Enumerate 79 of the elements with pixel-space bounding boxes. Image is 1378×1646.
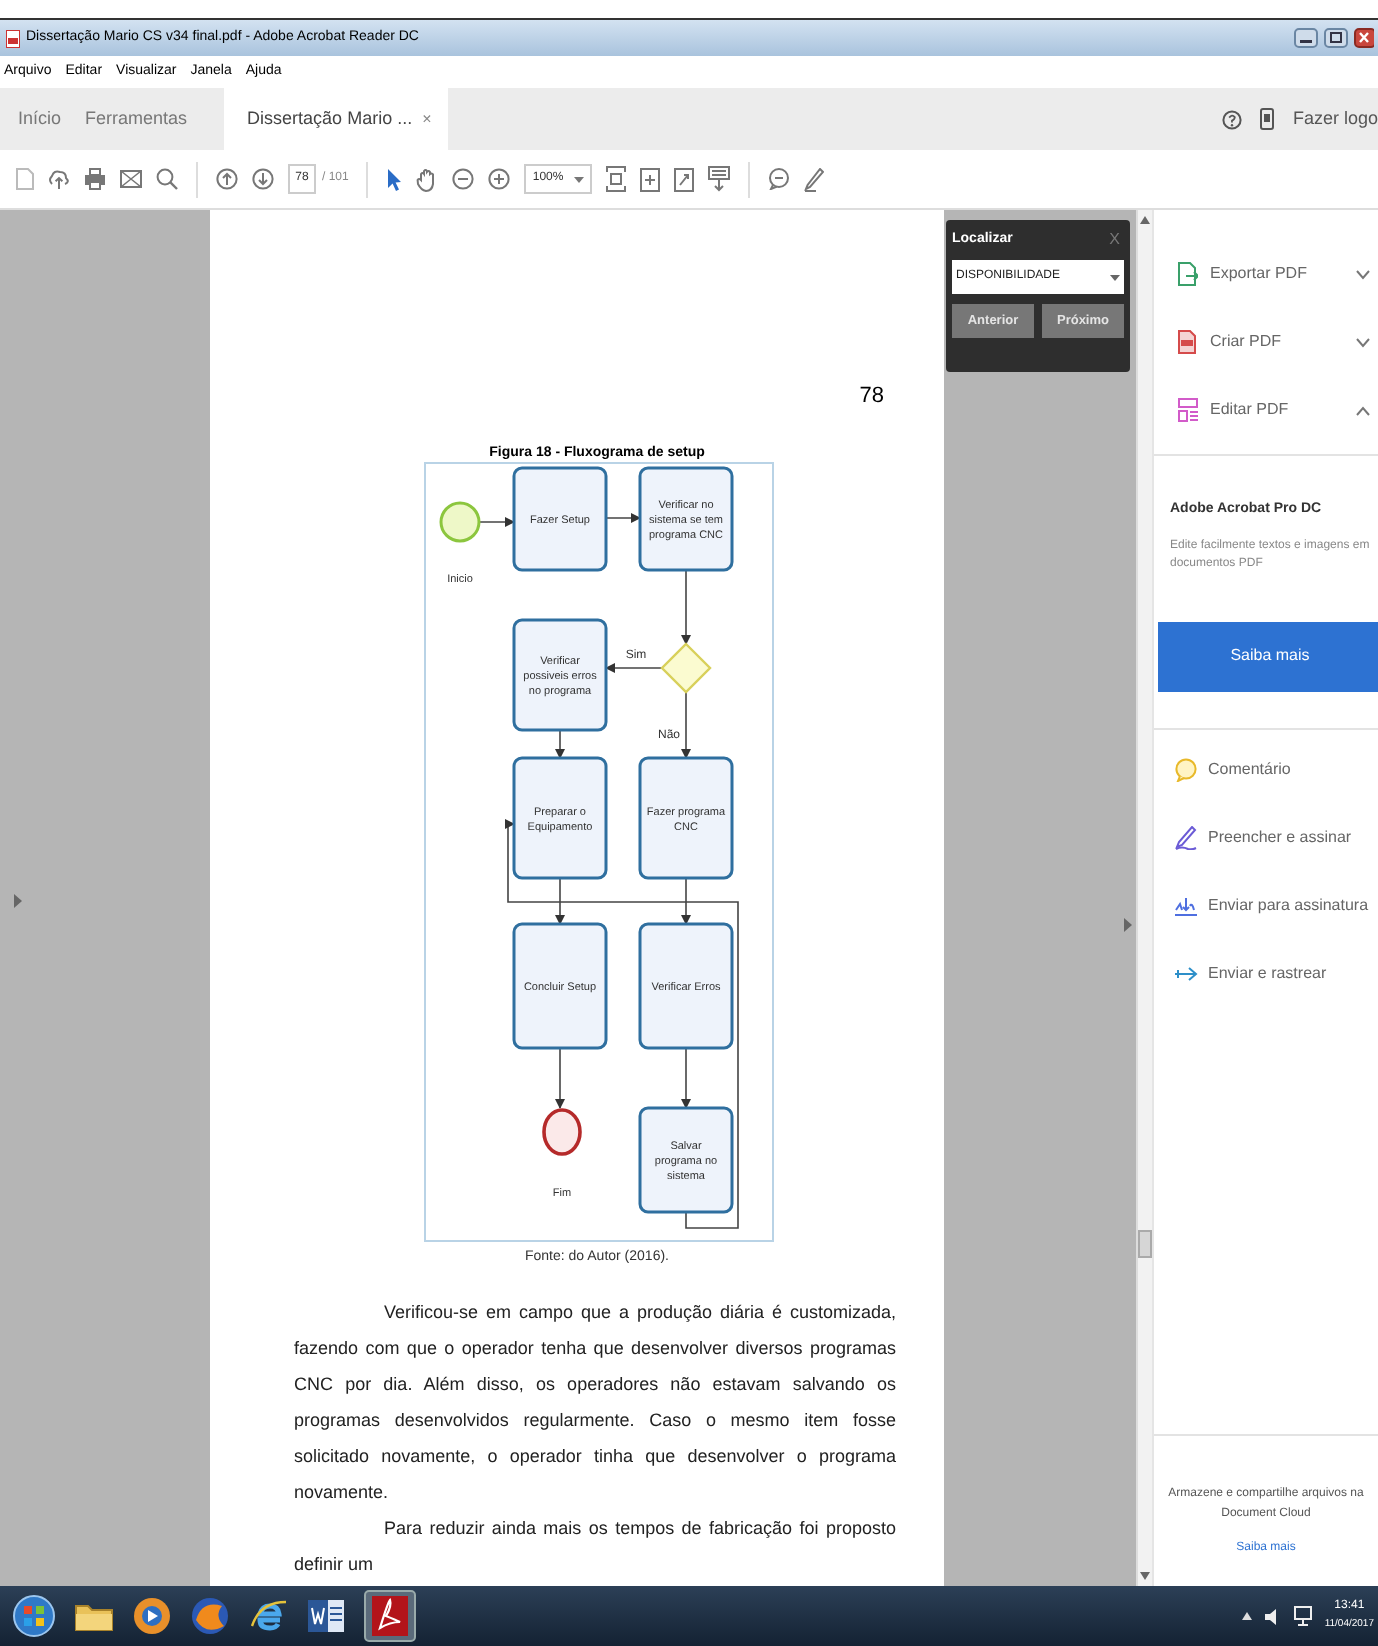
process-box: [638, 466, 734, 572]
connector-arrow: [605, 513, 641, 523]
tray-arrow-icon[interactable]: [1242, 1612, 1253, 1620]
word-icon[interactable]: [306, 1596, 346, 1636]
pdf-icon: [6, 29, 20, 47]
page-number: 78: [859, 382, 884, 410]
tab[interactable]: Ferramentas: [73, 88, 200, 150]
process-box: [638, 922, 734, 1050]
arrow-icon: [1174, 961, 1198, 985]
scroll-thumb[interactable]: [1138, 1230, 1152, 1258]
tab[interactable]: Dissertação Mario ... ×: [223, 88, 448, 150]
tool-item[interactable]: Preencher e assinar: [1154, 821, 1378, 853]
start-icon[interactable]: [12, 1594, 56, 1638]
fullscreen-icon[interactable]: [673, 167, 694, 191]
close-icon[interactable]: X: [1109, 228, 1124, 252]
connector-arrow: [479, 517, 515, 527]
body-paragraph: Verificou-se em campo que a produção diária é customizada, fazendo com que o operador tenha que desenvolver diversos programas CNC por dia. Além disso, os operadores não estavam salvando os programas desenvolvidos regularmente. Caso o mesmo item fosse solicitado novamente, o operador tinha que desenvolver o programa novamente.: [294, 1300, 896, 1506]
network-icon[interactable]: [1294, 1606, 1313, 1626]
edit-layout-icon: [1178, 398, 1198, 422]
process-box: [512, 756, 608, 880]
process-box: [512, 618, 608, 732]
caret-icon: [573, 175, 584, 183]
print-icon[interactable]: [84, 168, 106, 190]
help-icon[interactable]: [1222, 109, 1243, 129]
pointer-icon[interactable]: [386, 167, 403, 191]
internet-icon[interactable]: [248, 1596, 288, 1636]
tool-section[interactable]: Exportar PDF: [1154, 258, 1378, 290]
maximize-icon[interactable]: [1324, 28, 1348, 48]
body-paragraph: Para reduzir ainda mais os tempos de fabricação foi proposto definir um: [294, 1516, 896, 1578]
comment-icon[interactable]: [767, 168, 790, 190]
scroll-up-icon[interactable]: [1140, 216, 1150, 224]
connector-arrow: [605, 663, 663, 673]
connector-arrow: [681, 569, 691, 645]
down-arrow-icon[interactable]: [252, 168, 274, 190]
up-arrow-icon[interactable]: [216, 168, 238, 190]
acrobat-icon[interactable]: [364, 1590, 416, 1642]
mobile-icon[interactable]: [1260, 108, 1275, 130]
comment-icon: [1174, 757, 1198, 781]
process-box: [638, 1106, 734, 1214]
tab[interactable]: Início: [6, 88, 74, 150]
search-icon[interactable]: [156, 168, 178, 190]
caret-icon: [1110, 273, 1120, 281]
pen-icon: [1174, 825, 1198, 849]
signature-icon: [1174, 893, 1198, 917]
pdf-icon: [1178, 330, 1198, 354]
connector-arrow: [555, 729, 565, 759]
close-tab-icon[interactable]: ×: [422, 107, 432, 131]
tool-item[interactable]: Comentário: [1154, 753, 1378, 785]
scrollbar[interactable]: [1136, 210, 1152, 1586]
process-box: [512, 466, 608, 572]
zoom-in-icon[interactable]: [488, 168, 511, 190]
decision-diamond: [660, 642, 712, 694]
browser-icon[interactable]: [190, 1596, 230, 1636]
connector-arrow: [681, 691, 691, 759]
fit-page-icon[interactable]: [605, 166, 626, 192]
login-link[interactable]: Fazer logo: [1292, 105, 1378, 133]
export-pdf-icon: [1178, 262, 1198, 286]
tool-section[interactable]: Editar PDF: [1154, 394, 1378, 426]
tool-item[interactable]: Enviar para assinatura: [1154, 889, 1378, 921]
learn-more-button[interactable]: Saiba mais: [1158, 621, 1378, 691]
process-box: [512, 922, 608, 1050]
minimize-icon[interactable]: [1294, 28, 1318, 48]
pen-icon[interactable]: [803, 167, 824, 191]
process-box: [638, 756, 734, 880]
mail-icon[interactable]: [120, 168, 142, 190]
media-player-icon[interactable]: [132, 1596, 172, 1636]
close-icon[interactable]: [1354, 28, 1374, 48]
zoom-out-icon[interactable]: [452, 168, 475, 190]
hand-icon[interactable]: [416, 167, 439, 191]
scroll-icon[interactable]: [707, 166, 730, 192]
tool-item[interactable]: Enviar e rastrear: [1154, 957, 1378, 989]
folder-icon[interactable]: [74, 1600, 114, 1632]
expand-panel-icon[interactable]: [1124, 918, 1132, 932]
tool-section[interactable]: Criar PDF: [1154, 326, 1378, 358]
expand-panel-icon[interactable]: [14, 894, 22, 908]
scroll-down-icon[interactable]: [1140, 1572, 1150, 1580]
cloud-upload-icon[interactable]: [48, 168, 70, 190]
fit-width-icon[interactable]: [639, 167, 660, 191]
start-event: [439, 501, 481, 543]
